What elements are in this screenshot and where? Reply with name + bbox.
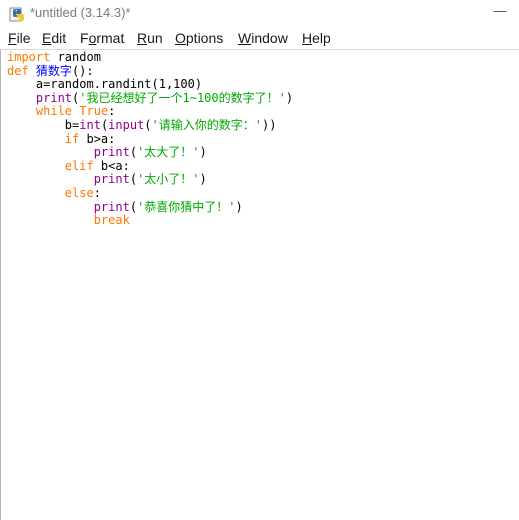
- code-token: if: [64, 131, 80, 146]
- menu-run[interactable]: Run: [137, 30, 163, 46]
- code-token: :: [108, 104, 116, 119]
- menu-format[interactable]: Format: [80, 30, 124, 46]
- menu-help[interactable]: Help: [302, 30, 331, 46]
- code-token: :: [93, 185, 101, 200]
- code-token: ():: [71, 63, 94, 78]
- code-token: print: [35, 90, 73, 105]
- title-bar: *untitled (3.14.3)* —: [0, 0, 519, 26]
- code-line[interactable]: a=random.randint(1,100): [7, 77, 293, 92]
- code-token: print: [93, 199, 130, 214]
- code-token: 猜数字: [35, 63, 72, 78]
- code-token: input: [108, 117, 145, 132]
- code-token: '我已经想好了一个1~100的数字了！': [79, 90, 286, 105]
- window-title: *untitled (3.14.3)*: [30, 5, 131, 20]
- idle-editor-window: *untitled (3.14.3)* — File Edit Format R…: [0, 0, 519, 520]
- code-token: ): [235, 199, 243, 214]
- code-token: '恭喜你猜中了！': [137, 199, 236, 214]
- code-token: ): [285, 90, 294, 105]
- code-token: break: [93, 213, 130, 228]
- menu-edit[interactable]: Edit: [42, 30, 66, 46]
- code-token: def: [7, 63, 29, 78]
- code-line[interactable]: break: [7, 213, 293, 228]
- code-line[interactable]: print('太大了！'): [7, 145, 293, 160]
- code-token: True: [79, 104, 109, 119]
- minimize-button[interactable]: —: [491, 3, 509, 21]
- code-token: random: [50, 50, 101, 64]
- code-token: '太小了！': [137, 172, 200, 187]
- code-line[interactable]: else:: [7, 185, 293, 201]
- code-editor[interactable]: import random def 猜数字(): a=random.randint…: [0, 50, 519, 520]
- code-line[interactable]: b=int(input('请输入你的数字：')): [7, 117, 293, 133]
- code-token: )): [261, 117, 277, 132]
- code-token: '请输入你的数字：': [151, 117, 262, 132]
- code-token: import: [7, 50, 51, 64]
- code-token: print: [93, 145, 130, 160]
- menu-window[interactable]: Window: [238, 30, 288, 46]
- code-text[interactable]: import random def 猜数字(): a=random.randint…: [7, 50, 294, 228]
- code-token: ): [199, 172, 207, 187]
- code-line[interactable]: print('太小了！'): [7, 173, 293, 187]
- code-line[interactable]: print('我已经想好了一个1~100的数字了！'): [7, 90, 294, 106]
- menu-file[interactable]: File: [8, 30, 31, 46]
- python-idle-icon: [9, 7, 24, 22]
- code-token: b>a:: [79, 131, 116, 146]
- code-token: (: [129, 172, 138, 187]
- code-token: a=random.randint(1,100): [7, 77, 203, 92]
- code-line[interactable]: def 猜数字():: [7, 63, 293, 79]
- code-line[interactable]: while True:: [7, 105, 293, 119]
- code-token: else: [64, 185, 94, 200]
- code-token: int: [79, 117, 101, 132]
- code-line[interactable]: import random: [7, 50, 293, 65]
- code-token: print: [93, 172, 130, 187]
- code-token: ): [199, 145, 207, 160]
- menu-options[interactable]: Options: [175, 30, 223, 46]
- code-token: (: [129, 199, 138, 214]
- code-token: b<a:: [93, 158, 130, 173]
- code-token: (: [129, 145, 138, 160]
- code-line[interactable]: print('恭喜你猜中了！'): [7, 199, 293, 215]
- code-token: while: [35, 104, 73, 119]
- code-token: '太大了！': [137, 145, 200, 160]
- code-token: b=: [7, 117, 80, 132]
- code-token: elif: [64, 158, 94, 173]
- code-token: (: [144, 117, 152, 132]
- menu-bar: File Edit Format Run Options Window Help: [0, 28, 519, 49]
